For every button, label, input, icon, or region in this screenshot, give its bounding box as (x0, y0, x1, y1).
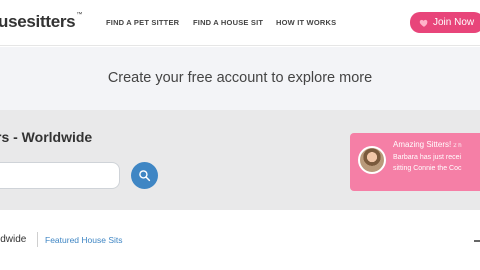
signup-banner[interactable]: Create your free account to explore more (0, 47, 480, 110)
location-search-input[interactable] (0, 162, 120, 189)
tab-featured-house-sits[interactable]: Featured House Sits (45, 235, 122, 245)
recent-activity-notification[interactable]: Amazing Sitters! 2 h Barbara has just rec… (350, 133, 480, 191)
listing-tabs: ldwide Featured House Sits (0, 210, 480, 270)
nav-how-it-works[interactable]: HOW IT WORKS (276, 18, 336, 27)
search-title: rs - Worldwide (0, 129, 93, 145)
notification-title: Amazing Sitters! 2 h (393, 140, 462, 149)
top-navbar: usesitters™ FIND A PET SITTER FIND A HOU… (0, 0, 480, 46)
logo-text: usesitters (0, 12, 76, 31)
site-logo[interactable]: usesitters™ (0, 12, 82, 32)
tab-divider (37, 232, 38, 247)
logo-trademark: ™ (76, 12, 83, 18)
nav-find-house-sit[interactable]: FIND A HOUSE SIT (193, 18, 263, 27)
join-now-button[interactable]: Join Now (410, 12, 480, 33)
search-section: rs - Worldwide Amazing Sitters! 2 h Barba… (0, 110, 480, 210)
search-button[interactable] (131, 162, 158, 189)
nav-find-pet-sitter[interactable]: FIND A PET SITTER (106, 18, 179, 27)
notification-line-2: sitting Connie the Coc (393, 165, 462, 172)
search-icon (139, 170, 151, 182)
notification-line-1: Barbara has just recei (393, 154, 462, 161)
dash-mark (474, 240, 480, 242)
tab-worldwide[interactable]: ldwide (0, 234, 26, 245)
banner-text: Create your free account to explore more (107, 70, 373, 86)
join-now-label: Join Now (433, 17, 475, 28)
heart-icon (419, 19, 428, 27)
avatar (358, 146, 386, 174)
notification-title-text: Amazing Sitters! (393, 140, 452, 149)
notification-time: 2 h (453, 143, 462, 149)
